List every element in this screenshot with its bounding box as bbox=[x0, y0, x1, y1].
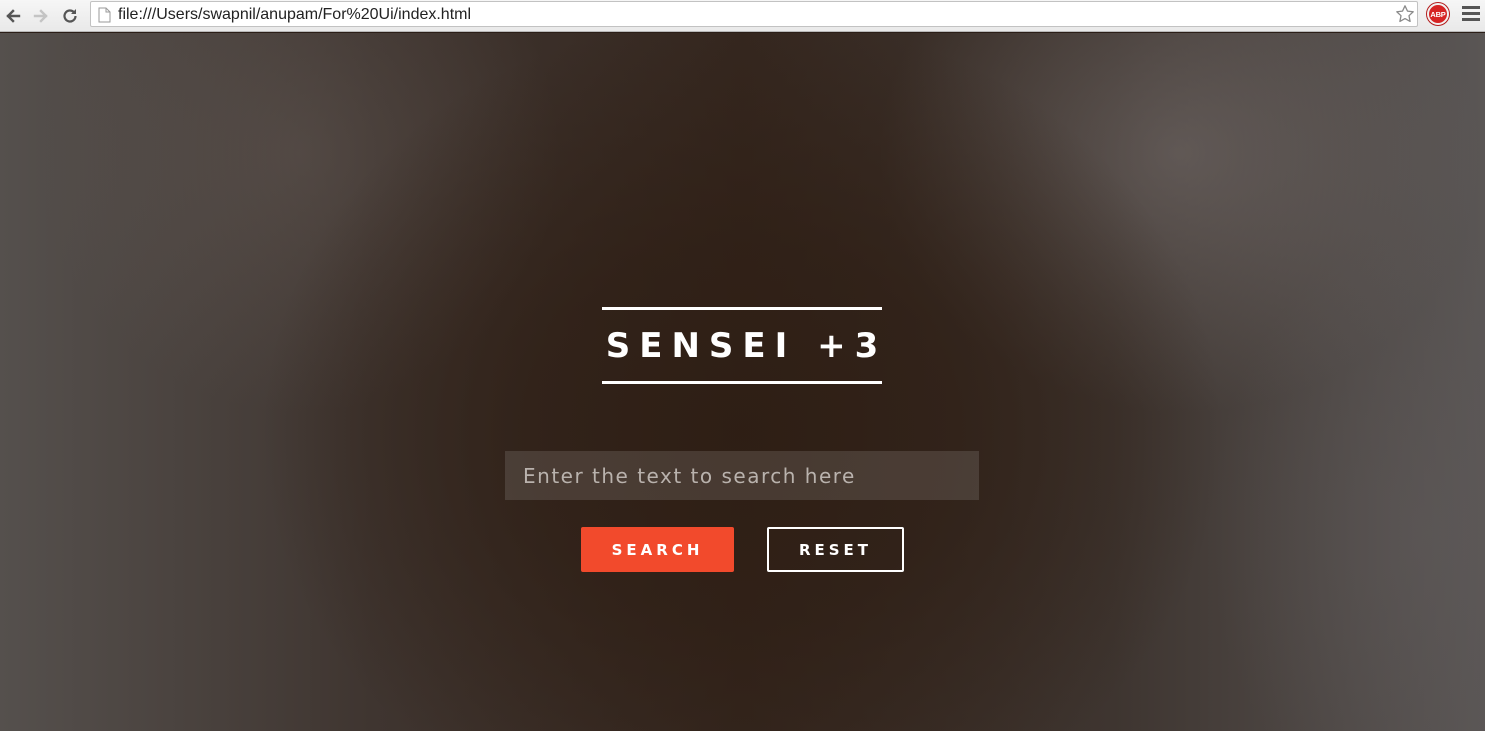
search-button[interactable]: SEARCH bbox=[581, 527, 734, 572]
browser-toolbar: file:///Users/swapnil/anupam/For%20Ui/in… bbox=[0, 0, 1485, 32]
page-title: SENSEI +3 bbox=[605, 325, 888, 366]
url-text[interactable]: file:///Users/swapnil/anupam/For%20Ui/in… bbox=[118, 6, 471, 24]
back-arrow-icon[interactable] bbox=[1, 4, 25, 28]
title-block: SENSEI +3 bbox=[602, 307, 882, 384]
hamburger-menu-icon[interactable] bbox=[1462, 6, 1480, 22]
reset-button[interactable]: RESET bbox=[767, 527, 904, 572]
reload-icon[interactable] bbox=[58, 4, 82, 28]
address-bar[interactable]: file:///Users/swapnil/anupam/For%20Ui/in… bbox=[90, 1, 1418, 27]
star-icon[interactable] bbox=[1395, 4, 1415, 24]
page-icon bbox=[98, 7, 111, 23]
page-viewport: SENSEI +3 SEARCH RESET bbox=[0, 33, 1485, 731]
search-input[interactable] bbox=[505, 451, 979, 500]
adblock-icon[interactable]: ABP bbox=[1427, 3, 1449, 25]
forward-arrow-icon[interactable] bbox=[29, 4, 53, 28]
